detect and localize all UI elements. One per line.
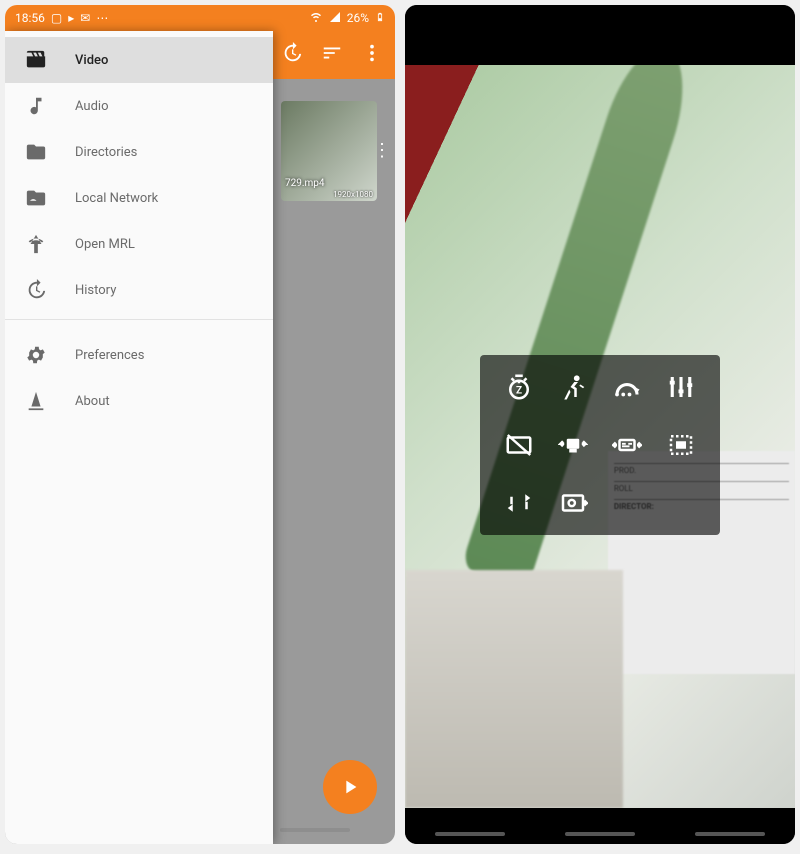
drawer-item-label: Video (75, 53, 108, 68)
drawer-item-local-network[interactable]: Local Network (5, 175, 273, 221)
android-nav-bar (405, 808, 795, 844)
thumbnail-more-icon[interactable]: ⋮ (373, 149, 391, 153)
drawer-item-directories[interactable]: Directories (5, 129, 273, 175)
video-thumbnail[interactable]: 729.mp4 1920x1080 ⋮ (281, 101, 377, 201)
folder-icon (25, 141, 47, 163)
drawer-item-label: Preferences (75, 348, 144, 363)
popup-disabled-button[interactable] (492, 427, 546, 463)
equalizer-button[interactable] (654, 369, 708, 405)
status-time: 18:56 (15, 11, 45, 25)
wifi-icon (309, 11, 323, 26)
pip-button[interactable] (546, 485, 600, 521)
drawer-item-label: History (75, 283, 116, 298)
history-icon (25, 279, 47, 301)
sleep-timer-button[interactable]: Z (492, 369, 546, 405)
music-note-icon (25, 95, 47, 117)
recent-icon[interactable] (281, 42, 303, 68)
drawer-item-label: Local Network (75, 191, 158, 206)
player-screen: PROD. ROLL DIRECTOR: Z (405, 5, 795, 844)
navigation-drawer: Video Audio Directories (5, 31, 273, 844)
subtitle-track-button[interactable] (600, 427, 654, 463)
status-bar: 18:56 ▢ ▸ ✉ ⋯ 26% (5, 5, 395, 31)
drawer-main-section: Video Audio Directories (5, 31, 273, 313)
nav-back-pill[interactable] (695, 832, 765, 836)
nav-back-pill[interactable] (280, 828, 350, 832)
gear-icon (25, 344, 47, 366)
drawer-divider (5, 319, 273, 320)
repeat-button[interactable] (492, 485, 546, 521)
nav-home-pill[interactable] (565, 832, 635, 836)
nav-recent-pill[interactable] (435, 832, 505, 836)
advanced-options-overlay: Z (480, 355, 720, 535)
cone-icon (25, 390, 47, 412)
play-fab[interactable] (323, 760, 377, 814)
player-top-bar (405, 5, 795, 65)
network-folder-icon (25, 187, 47, 209)
mail-indicator-icon: ✉ (80, 11, 90, 25)
drawer-item-preferences[interactable]: Preferences (5, 332, 273, 378)
drawer-footer-section: Preferences About (5, 326, 273, 424)
svg-text:Z: Z (516, 385, 522, 396)
gallery-indicator-icon: ▢ (51, 11, 62, 25)
movie-icon (25, 49, 47, 71)
drawer-item-video[interactable]: Video (5, 37, 273, 83)
drawer-item-audio[interactable]: Audio (5, 83, 273, 129)
drawer-item-label: About (75, 394, 110, 409)
more-notifications-icon: ⋯ (96, 11, 108, 25)
playback-speed-button[interactable] (546, 369, 600, 405)
drawer-item-history[interactable]: History (5, 267, 273, 313)
drawer-item-label: Audio (75, 99, 108, 114)
video-content-pot (405, 570, 623, 808)
drawer-item-open-mrl[interactable]: Open MRL (5, 221, 273, 267)
battery-text: 26% (347, 11, 369, 25)
jump-to-button[interactable] (600, 369, 654, 405)
youtube-indicator-icon: ▸ (68, 11, 74, 25)
crop-button[interactable] (654, 427, 708, 463)
signal-icon (329, 11, 341, 26)
library-screen: 18:56 ▢ ▸ ✉ ⋯ 26% (5, 5, 395, 844)
video-frame[interactable]: PROD. ROLL DIRECTOR: Z (405, 65, 795, 808)
battery-icon (375, 10, 385, 27)
sort-icon[interactable] (321, 42, 343, 68)
overflow-menu-icon[interactable] (361, 42, 383, 68)
audio-track-button[interactable] (546, 427, 600, 463)
thumbnail-resolution: 1920x1080 (333, 190, 373, 199)
thumbnail-filename: 729.mp4 (285, 178, 325, 189)
drawer-item-label: Directories (75, 145, 137, 160)
antenna-icon (25, 233, 47, 255)
drawer-item-label: Open MRL (75, 237, 135, 252)
drawer-item-about[interactable]: About (5, 378, 273, 424)
